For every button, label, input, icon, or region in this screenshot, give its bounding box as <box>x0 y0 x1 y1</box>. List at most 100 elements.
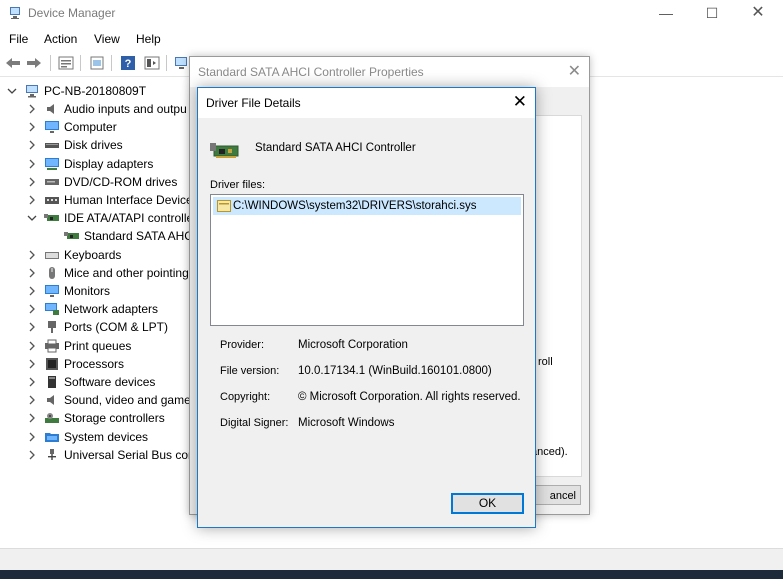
close-button[interactable]: ✕ <box>735 0 781 28</box>
tree-category-item[interactable]: Monitors <box>26 282 110 300</box>
digital-signer-label: Digital Signer: <box>220 417 289 429</box>
properties-close-button[interactable]: ✕ <box>568 61 581 81</box>
tree-item-label: Print queues <box>64 338 132 353</box>
tree-category-item[interactable]: Mice and other pointing <box>26 264 189 282</box>
network-icon <box>44 302 60 316</box>
tree-item-label: Mice and other pointing <box>64 265 189 280</box>
tree-category-item[interactable]: Disk drives <box>26 136 123 154</box>
menu-view[interactable]: View <box>94 32 120 46</box>
chevron-down-icon[interactable] <box>6 87 18 95</box>
tree-item-label: Computer <box>64 120 117 135</box>
tree-category-item[interactable]: Storage controllers <box>26 409 165 427</box>
back-arrow-icon[interactable] <box>4 54 22 72</box>
chevron-right-icon[interactable] <box>26 432 38 442</box>
driver-file-details-dialog: Driver File Details ✕ Standard SATA AHCI… <box>197 87 536 528</box>
driver-files-list[interactable]: C:\WINDOWS\system32\DRIVERS\storahci.sys <box>210 194 524 326</box>
tree-category-item[interactable]: Display adapters <box>26 155 153 173</box>
maximize-button[interactable]: ☐ <box>689 0 735 28</box>
storage-icon <box>44 411 60 425</box>
tree-category-item[interactable]: Sound, video and game <box>26 391 191 409</box>
driver-files-label: Driver files: <box>210 179 266 191</box>
tree-category-item[interactable]: Universal Serial Bus cont <box>26 446 198 464</box>
document-icon[interactable] <box>88 54 106 72</box>
properties-title-bar: Standard SATA AHCI Controller Properties… <box>190 57 589 87</box>
chevron-down-icon[interactable] <box>26 214 38 222</box>
file-version-label: File version: <box>220 365 280 377</box>
copyright-value: © Microsoft Corporation. All rights rese… <box>298 391 521 403</box>
minimize-button[interactable]: — <box>643 0 689 28</box>
tree-item-label: Audio inputs and outpu <box>64 102 187 116</box>
chevron-right-icon[interactable] <box>26 195 38 205</box>
roll-back-text-fragment: roll <box>538 356 553 368</box>
cpu-icon <box>44 357 60 371</box>
chevron-right-icon[interactable] <box>26 359 38 369</box>
toolbar-separator <box>111 55 112 71</box>
tree-item-label: Display adapters <box>64 156 154 171</box>
advanced-text-fragment: anced). <box>531 446 568 458</box>
tree-item-label: Universal Serial Bus cont <box>64 447 199 462</box>
tree-category-item[interactable]: Software devices <box>26 373 155 391</box>
tree-category-item[interactable]: DVD/CD-ROM drives <box>26 173 177 191</box>
chevron-right-icon[interactable] <box>26 377 38 387</box>
properties-cancel-button[interactable]: ancel <box>531 485 581 505</box>
help-icon[interactable]: ? <box>119 54 137 72</box>
driver-dialog-close-button[interactable]: ✕ <box>513 92 527 112</box>
device-manager-icon <box>8 6 22 20</box>
storage-controller-icon <box>210 140 240 162</box>
port-icon <box>44 320 60 334</box>
chevron-right-icon[interactable] <box>26 250 38 260</box>
tree-category-item[interactable]: Network adapters <box>26 300 158 318</box>
chevron-right-icon[interactable] <box>26 341 38 351</box>
chevron-right-icon[interactable] <box>26 304 38 314</box>
provider-label: Provider: <box>220 339 265 351</box>
chevron-right-icon[interactable] <box>26 268 38 278</box>
chevron-right-icon[interactable] <box>26 450 38 460</box>
tree-category-item[interactable]: Computer <box>26 118 117 136</box>
keyboard-icon <box>44 248 60 262</box>
tree-category-item[interactable]: Human Interface Device <box>26 191 193 209</box>
tree-root[interactable]: PC-NB-20180809T <box>6 82 146 100</box>
console-icon[interactable] <box>143 54 161 72</box>
ok-button[interactable]: OK <box>451 493 524 514</box>
usb-icon <box>44 448 60 462</box>
menu-file[interactable]: File <box>9 32 28 46</box>
tree-item-label: System devices <box>64 429 149 444</box>
tree-category-item[interactable]: System devices <box>26 428 148 446</box>
tree-category-item[interactable]: Print queues <box>26 337 131 355</box>
tree-category-item[interactable]: Audio inputs and outpu <box>26 100 187 118</box>
file-icon <box>217 200 231 212</box>
chevron-right-icon[interactable] <box>26 395 38 405</box>
tree-category-item[interactable]: IDE ATA/ATAPI controlle <box>26 209 193 227</box>
chevron-right-icon[interactable] <box>26 122 38 132</box>
tree-category-item[interactable]: Ports (COM & LPT) <box>26 318 168 336</box>
computer-icon <box>24 84 40 98</box>
chevron-right-icon[interactable] <box>26 413 38 423</box>
copyright-label: Copyright: <box>220 391 271 403</box>
window-title: Device Manager <box>28 6 116 20</box>
tree-item-label: Ports (COM & LPT) <box>64 320 169 335</box>
tree-device-item[interactable]: Standard SATA AHCI <box>46 227 196 245</box>
tree-item-label: DVD/CD-ROM drives <box>64 174 178 189</box>
tree-category-item[interactable]: Processors <box>26 355 124 373</box>
driver-file-item[interactable]: C:\WINDOWS\system32\DRIVERS\storahci.sys <box>213 197 521 215</box>
monitor-icon <box>44 284 60 298</box>
driver-dialog-title: Driver File Details <box>206 96 301 110</box>
chevron-right-icon[interactable] <box>26 177 38 187</box>
chevron-right-icon[interactable] <box>26 286 38 296</box>
chevron-right-icon[interactable] <box>26 322 38 332</box>
tree-item-label: Storage controllers <box>64 411 165 426</box>
toolbar-separator <box>166 55 167 71</box>
tree-category-item[interactable]: Keyboards <box>26 246 121 264</box>
svg-text:?: ? <box>125 58 132 70</box>
chevron-right-icon[interactable] <box>26 159 38 169</box>
chevron-right-icon[interactable] <box>26 104 38 114</box>
menu-action[interactable]: Action <box>44 32 77 46</box>
controller-icon <box>64 229 80 243</box>
disk-icon <box>44 138 60 152</box>
digital-signer-value: Microsoft Windows <box>298 417 395 429</box>
forward-arrow-icon[interactable] <box>25 54 43 72</box>
software-device-icon <box>44 375 60 389</box>
chevron-right-icon[interactable] <box>26 140 38 150</box>
properties-view-icon[interactable] <box>57 54 75 72</box>
menu-help[interactable]: Help <box>136 32 161 46</box>
